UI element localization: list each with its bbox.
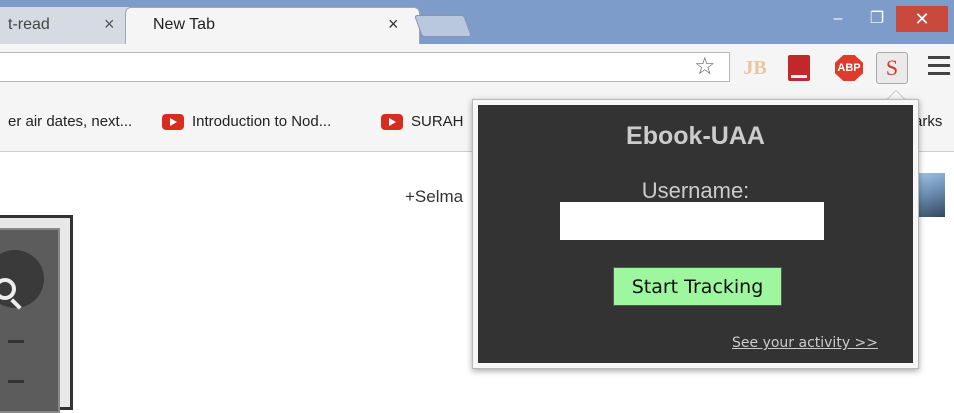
username-input[interactable] (560, 202, 824, 240)
tab-title: t-read (8, 16, 50, 33)
new-tab-button[interactable] (413, 15, 473, 37)
minimize-button[interactable]: – (818, 6, 858, 32)
username-label: Username: (641, 178, 750, 203)
search-icon (0, 278, 16, 300)
bookmark-item[interactable]: er air dates, next... (8, 113, 132, 130)
search-widget-panel (0, 228, 60, 413)
tab-previous[interactable]: t-read × (0, 7, 130, 44)
search-widget-frame (0, 215, 73, 413)
browser-toolbar: ☆ JB ABP S (0, 44, 954, 92)
divider (8, 340, 24, 343)
avatar[interactable] (917, 173, 945, 217)
address-bar[interactable] (0, 52, 730, 82)
tab-close-icon[interactable]: × (104, 14, 115, 35)
see-activity-link[interactable]: See your activity >> (732, 335, 878, 351)
search-button[interactable] (0, 250, 44, 308)
ebook-uaa-extension-icon[interactable]: S (876, 52, 908, 84)
bookmark-item[interactable]: SURAH (411, 113, 464, 130)
extension-popup: Ebook-UAA Username: Start Tracking See y… (472, 99, 919, 369)
youtube-icon (381, 114, 403, 130)
divider (8, 380, 24, 383)
popup-body: Ebook-UAA Username: Start Tracking See y… (478, 105, 913, 363)
menu-icon[interactable] (928, 56, 950, 78)
bookmark-star-icon[interactable]: ☆ (694, 55, 716, 79)
jb-extension-icon[interactable]: JB (742, 55, 768, 81)
tab-close-icon[interactable]: × (388, 14, 399, 35)
adblock-extension-icon[interactable]: ABP (835, 55, 863, 81)
start-tracking-button[interactable]: Start Tracking (613, 267, 782, 306)
user-profile-link[interactable]: +Selma (405, 187, 463, 207)
bookmark-item[interactable]: Introduction to Nod... (192, 113, 331, 130)
youtube-icon (162, 114, 184, 130)
popup-title: Ebook-UAA (626, 122, 765, 150)
tab-title: New Tab (153, 16, 215, 33)
maximize-button[interactable]: ❐ (858, 6, 896, 32)
book-extension-icon[interactable] (788, 55, 810, 81)
tab-new-tab[interactable]: New Tab × (125, 7, 420, 44)
close-window-button[interactable]: ✕ (896, 6, 948, 32)
browser-titlebar: t-read × New Tab × – ❐ ✕ (0, 0, 954, 44)
